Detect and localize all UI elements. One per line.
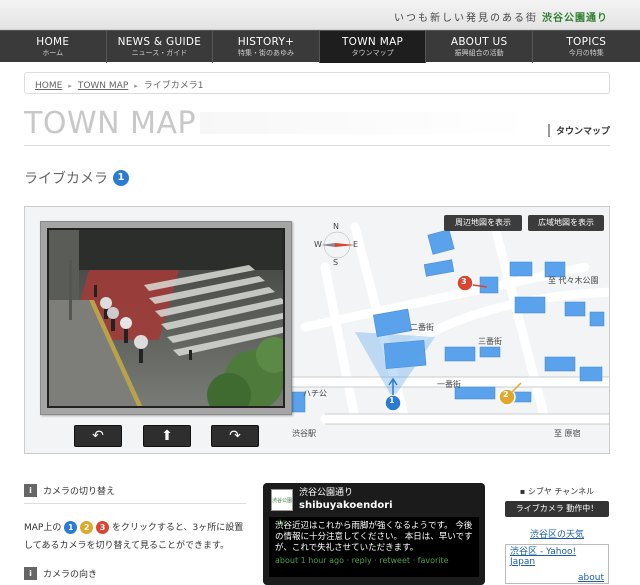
title-decoration [200,112,530,134]
twitter-header: 渋谷公園通り 渋谷公園通り shibuyakoendori [263,483,485,526]
camera-heading-text: ライブカメラ [24,171,108,187]
info-icon: i [24,567,37,580]
camera-heading: ライブカメラ 1 [24,168,129,188]
nav-sublabel: ホーム [42,49,64,57]
label-nibangai: 二番街 [410,323,434,332]
tweet-text: 渋谷近辺はこれから雨脚が強くなるようです。 今後の情報に十分注意してください。 … [275,521,473,553]
weather-link[interactable]: 渋谷区の天気 [505,527,609,540]
nav-sublabel: 振興組合の活動 [454,49,504,57]
right-sidebar: ▪ シブヤ チャンネル ライブカメラ 動作中！ 渋谷区の天気 渋谷区 - Yah… [505,486,609,585]
label-ichibangai: 一番街 [437,380,461,389]
tagline-text: いつも新しい発見のある街 [394,13,538,24]
show-nearby-map-button[interactable]: 周辺地図を表示 [444,215,522,231]
compass-w: W [314,240,322,249]
section-divider [24,503,246,504]
nav-label: HOME [36,36,70,48]
show-wide-map-button[interactable]: 広域地図を表示 [528,215,604,231]
nav-topics[interactable]: TOPICS 今月の特集 [533,31,640,63]
label-shibuya-station: 渋谷駅 [292,429,316,438]
brand-name[interactable]: 渋谷公園通り [542,13,608,24]
camera-1-chip[interactable]: 1 [64,521,78,534]
live-camera-frame [40,221,292,415]
compass-e: E [353,240,359,249]
camera-pan-right-button[interactable]: ↷ [211,425,259,447]
site-tagline: いつも新しい発見のある街 渋谷公園通り [394,9,608,24]
bullet-icon: ▪ [519,487,528,496]
page-subtitle: タウンマップ [547,124,610,137]
nav-town-map[interactable]: TOWN MAP タウンマップ [319,31,427,63]
camera-2-chip[interactable]: 2 [80,521,94,534]
global-nav: HOME ホーム NEWS & GUIDE ニュース・ガイド HISTORY+ 特集・… [0,30,640,63]
live-camera-status-button[interactable]: ライブカメラ 動作中！ [505,501,609,517]
nav-history[interactable]: HISTORY+ 特集・街のあゆみ [213,31,320,63]
camera-switch-title: i カメラの切り替え [24,484,115,497]
label-to-yoyogi-park: 至 代々木公園 [548,276,599,285]
compass-n: N [333,222,339,231]
title-divider [24,145,610,146]
weather-yahoo-link[interactable]: 渋谷区 - Yahoo! Japan [510,547,576,567]
breadcrumb-town-map[interactable]: TOWN MAP [78,81,128,91]
tweet: 渋谷近辺はこれから雨脚が強くなるようです。 今後の情報に十分注意してください。 … [269,517,479,577]
nav-label: HISTORY+ [237,36,295,48]
nav-news-guide[interactable]: NEWS & GUIDE ニュース・ガイド [107,31,214,63]
camera-1-label[interactable]: 1 [389,396,395,405]
twitter-handle[interactable]: shibuyakoendori [299,499,393,512]
desc-prefix: MAP上の [24,523,62,533]
camera-switch-title-text: カメラの切り替え [43,487,116,497]
camera-direction-title-text: カメラの向き [43,570,98,580]
breadcrumb-home[interactable]: HOME [35,81,62,91]
twitter-widget: 渋谷公園通り 渋谷公園通り shibuyakoendori 渋谷近辺はこれから雨… [263,483,485,585]
nav-label: NEWS & GUIDE [117,36,202,48]
twitter-avatar[interactable]: 渋谷公園通り [271,489,293,526]
nav-label: TOWN MAP [341,36,404,48]
breadcrumb-current: ライブカメラ1 [143,81,204,91]
camera-3-chip[interactable]: 3 [95,521,109,534]
compass-graphic [321,231,355,259]
camera-number-badge: 1 [113,170,129,186]
label-to-harajuku: 至 原宿 [554,429,581,438]
camera-switch-description: MAP上の 1 2 3 をクリックすると、3ヶ所に設置してあるカメラを切り替えて… [24,519,252,555]
channel-label-text: シブヤ チャンネル [527,487,595,496]
twitter-display-name: 渋谷公園通り [299,488,354,498]
camera-pan-left-button[interactable]: ↶ [74,425,122,447]
nav-home[interactable]: HOME ホーム [0,31,107,63]
nav-label: TOPICS [566,36,607,48]
camera-3-label[interactable]: 3 [461,277,467,286]
nav-sublabel: 特集・街のあゆみ [237,49,294,57]
nav-sublabel: タウンマップ [351,49,394,57]
compass-s: S [333,258,339,267]
top-strip: いつも新しい発見のある街 渋谷公園通り [0,0,640,30]
live-camera-image [47,228,285,408]
nav-sublabel: 今月の特集 [568,49,604,57]
channel-label: ▪ シブヤ チャンネル [505,486,609,497]
camera-direction-title: i カメラの向き [24,567,97,580]
breadcrumb: HOME ▸ TOWN MAP ▸ ライブカメラ1 [24,72,610,94]
info-icon: i [24,484,37,497]
nav-sublabel: ニュース・ガイド [131,49,188,57]
camera-2-label[interactable]: 2 [503,390,509,399]
page-title: TOWN MAP [24,106,197,141]
label-sanbangai: 三番街 [478,337,502,346]
nav-label: ABOUT US [450,36,508,48]
label-hachiko: ハチ公 [303,389,327,398]
nav-about-us[interactable]: ABOUT US 振興組合の活動 [426,31,533,63]
tweet-meta[interactable]: about 1 hour ago · reply · retweet · fav… [275,555,473,566]
camera-scene [49,230,283,406]
breadcrumb-separator: ▸ [68,82,72,90]
weather-about-link[interactable]: about [576,573,606,583]
breadcrumb-separator: ▸ [134,82,138,90]
weather-widget: 渋谷区 - Yahoo! Japan about [505,544,609,584]
camera-tilt-up-button[interactable]: ⬆ [143,425,191,447]
